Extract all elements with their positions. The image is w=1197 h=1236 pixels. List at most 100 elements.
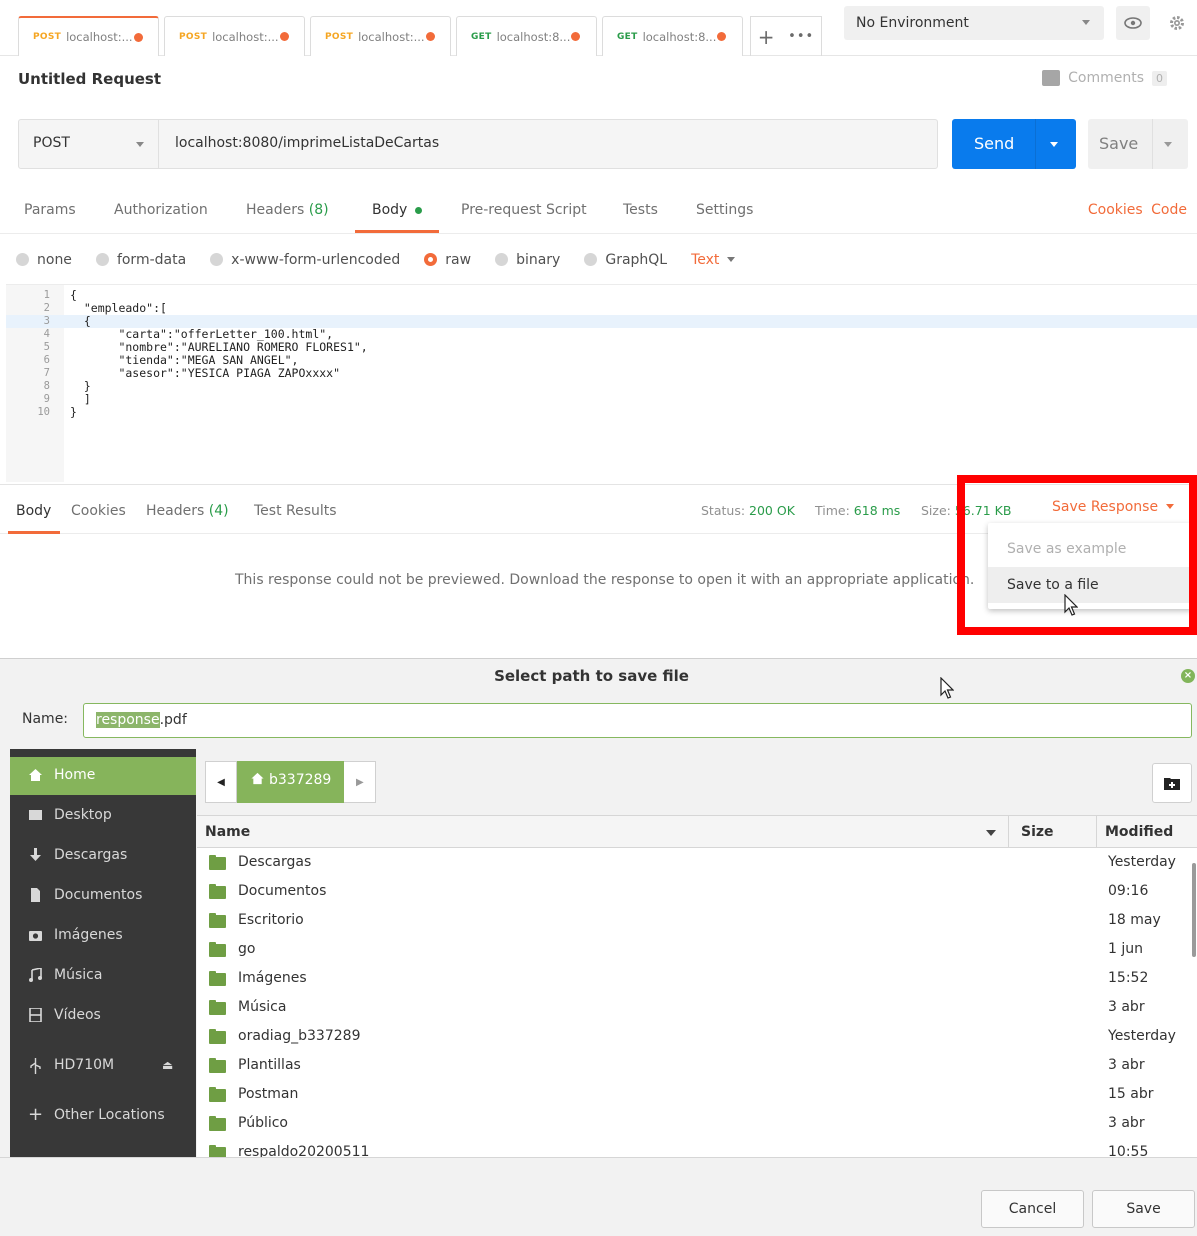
folder-icon	[209, 884, 226, 899]
place-videos[interactable]: Vídeos	[10, 997, 196, 1035]
settings-button[interactable]	[1160, 6, 1194, 40]
file-name: Descargas	[238, 854, 312, 870]
path-back-arrow-icon[interactable]: ◀	[205, 761, 237, 803]
file-row[interactable]: Público 3 abr	[197, 1109, 1197, 1138]
body-type-none[interactable]: none	[16, 252, 72, 268]
path-segment-home[interactable]: b337289	[237, 761, 345, 803]
tab-headers[interactable]: Headers (8)	[246, 202, 329, 218]
folder-icon	[209, 971, 226, 986]
send-button[interactable]: Send	[952, 119, 1076, 169]
code-link[interactable]: Code	[1151, 202, 1187, 218]
file-list: Name Size Modified Descargas Yesterday Doc…	[197, 815, 1197, 1189]
cookies-link[interactable]: Cookies	[1088, 202, 1143, 218]
radio-icon	[16, 253, 29, 266]
eject-icon[interactable]: ⏏	[162, 1058, 173, 1072]
environment-select[interactable]: No Environment	[844, 6, 1104, 40]
folder-icon	[209, 1087, 226, 1102]
place-hd710m[interactable]: HD710M ⏏	[10, 1047, 196, 1085]
file-row[interactable]: go 1 jun	[197, 935, 1197, 964]
dialog-footer: Cancel Save	[0, 1157, 1197, 1236]
tab-body[interactable]: Body	[372, 202, 422, 218]
unsaved-dot-icon	[717, 32, 727, 41]
unsaved-dot-icon	[571, 32, 581, 41]
place-label: Documentos	[54, 887, 143, 903]
home-icon	[251, 772, 264, 785]
file-modified: 15:52	[1108, 970, 1149, 986]
tab-headers-label: Headers	[146, 503, 205, 519]
tab-prerequest-script[interactable]: Pre-request Script	[461, 202, 587, 218]
tab-authorization[interactable]: Authorization	[114, 202, 208, 218]
file-row[interactable]: Plantillas 3 abr	[197, 1051, 1197, 1080]
place-other-locations[interactable]: + Other Locations	[10, 1097, 196, 1135]
tab-headers-label: Headers	[246, 202, 305, 218]
filename-label: Name:	[22, 711, 69, 727]
cancel-button[interactable]: Cancel	[981, 1190, 1084, 1228]
column-header-modified[interactable]: Modified	[1097, 816, 1197, 848]
tab-params[interactable]: Params	[24, 202, 76, 218]
desktop-icon	[28, 808, 43, 822]
response-tab-body[interactable]: Body	[16, 503, 51, 519]
send-options-chevron-icon[interactable]	[1050, 142, 1058, 147]
home-icon	[28, 768, 43, 782]
file-row[interactable]: Documentos 09:16	[197, 877, 1197, 906]
divider	[1035, 119, 1036, 169]
request-tab-2[interactable]: POST localhost:...	[164, 16, 305, 56]
response-tab-cookies[interactable]: Cookies	[71, 503, 126, 519]
body-editor[interactable]: 1 2 3 4 5 6 7 8 9 10{ "empleado":[ { "carta":"off…	[6, 284, 1197, 482]
request-tab-1[interactable]: POST localhost:...	[18, 16, 159, 56]
download-icon	[28, 848, 43, 862]
column-header-name[interactable]: Name	[197, 816, 1009, 848]
line-number: 9	[43, 393, 50, 405]
request-tab-4[interactable]: GET localhost:8...	[456, 16, 597, 56]
filename-input[interactable]: response.pdf	[83, 703, 1192, 738]
column-header-size[interactable]: Size	[1009, 816, 1097, 848]
body-type-form-data[interactable]: form-data	[95, 252, 186, 268]
response-tab-headers[interactable]: Headers (4)	[146, 503, 229, 519]
body-type-binary[interactable]: binary	[495, 252, 560, 268]
place-documentos[interactable]: Documentos	[10, 877, 196, 915]
body-type-urlencoded[interactable]: x-www-form-urlencoded	[210, 252, 400, 268]
new-tab-plus-icon[interactable]: +	[758, 25, 775, 49]
environment-quick-look-button[interactable]	[1116, 6, 1150, 40]
url-input[interactable]: localhost:8080/imprimeListaDeCartas	[175, 135, 439, 151]
create-folder-button[interactable]	[1152, 763, 1192, 803]
file-row[interactable]: Imágenes 15:52	[197, 964, 1197, 993]
file-row[interactable]: Escritorio 18 may	[197, 906, 1197, 935]
file-name: Imágenes	[238, 970, 307, 986]
file-row[interactable]: Postman 15 abr	[197, 1080, 1197, 1109]
scrollbar[interactable]	[1192, 863, 1196, 957]
path-forward-arrow-icon[interactable]: ▶	[344, 761, 377, 803]
request-title[interactable]: Untitled Request	[18, 70, 161, 88]
request-tab-5[interactable]: GET localhost:8...	[602, 16, 743, 56]
file-row[interactable]: Descargas Yesterday	[197, 848, 1197, 877]
close-icon[interactable]: ×	[1181, 669, 1195, 683]
option-label: GraphQL	[605, 252, 668, 268]
response-tab-test-results[interactable]: Test Results	[254, 503, 337, 519]
comments-button[interactable]: Comments 0	[1042, 70, 1167, 86]
file-row[interactable]: oradiag_b337289 Yesterday	[197, 1022, 1197, 1051]
tab-settings[interactable]: Settings	[696, 202, 753, 218]
place-label: Vídeos	[54, 1007, 101, 1023]
body-type-graphql[interactable]: GraphQL	[584, 252, 667, 268]
tab-tests[interactable]: Tests	[623, 202, 658, 218]
status-value: 200 OK	[749, 503, 795, 518]
save-button[interactable]: Save	[1092, 1190, 1195, 1228]
more-tabs-icon[interactable]: •••	[788, 29, 814, 44]
place-imagenes[interactable]: Imágenes	[10, 917, 196, 955]
unsaved-dot-icon	[133, 32, 143, 42]
method-select[interactable]: POST	[19, 120, 159, 168]
radio-icon	[584, 253, 598, 266]
tab-method: POST	[33, 32, 62, 42]
request-tab-3[interactable]: POST localhost:...	[310, 16, 451, 56]
raw-format-select[interactable]: Text	[691, 252, 736, 268]
save-request-button[interactable]: Save	[1088, 119, 1188, 169]
place-desktop[interactable]: Desktop	[10, 797, 196, 835]
place-musica[interactable]: Música	[10, 957, 196, 995]
file-row[interactable]: Música 3 abr	[197, 993, 1197, 1022]
body-type-raw[interactable]: raw	[424, 252, 471, 268]
folder-icon	[209, 1116, 226, 1131]
tab-actions: + •••	[750, 16, 822, 56]
place-descargas[interactable]: Descargas	[10, 837, 196, 875]
save-options-chevron-icon[interactable]	[1164, 142, 1172, 147]
place-home[interactable]: Home	[10, 757, 196, 795]
